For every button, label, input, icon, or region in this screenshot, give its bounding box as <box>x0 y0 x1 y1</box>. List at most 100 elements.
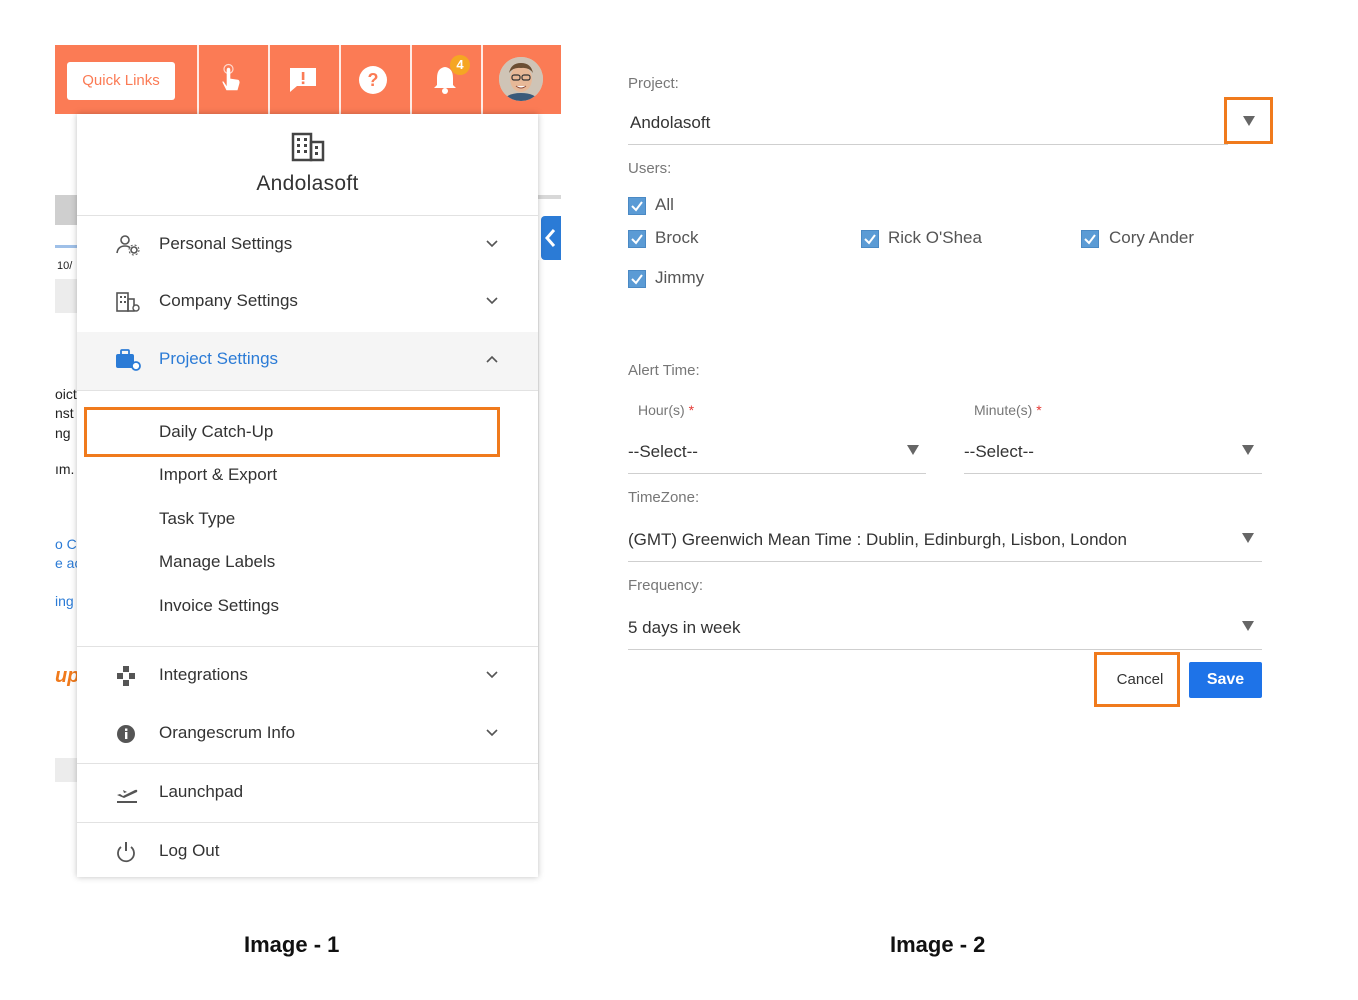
sub-item-import-export[interactable]: Import & Export <box>159 465 277 485</box>
sub-item-invoice-settings[interactable]: Invoice Settings <box>159 596 279 616</box>
quick-links-button[interactable]: Quick Links <box>67 62 175 100</box>
settings-dropdown: Andolasoft Personal Settings Company Set… <box>77 114 538 877</box>
bg-fragment <box>55 245 77 248</box>
notification-badge: 4 <box>450 55 470 75</box>
bg-text: o C <box>55 536 77 552</box>
bg-text: ng <box>55 425 71 441</box>
chevron-down-icon <box>485 294 499 308</box>
menu-item-label: Launchpad <box>159 782 244 801</box>
divider <box>77 822 538 823</box>
caption-image-1: Image - 1 <box>244 932 340 957</box>
collapse-sidebar-button[interactable] <box>541 216 561 260</box>
chevron-up-icon <box>485 352 499 366</box>
project-underline <box>628 144 1228 145</box>
checkbox-jimmy[interactable] <box>628 270 646 288</box>
timezone-select-value[interactable]: (GMT) Greenwich Mean Time : Dublin, Edin… <box>628 530 1127 550</box>
menu-item-label: Integrations <box>159 665 248 684</box>
sub-item-manage-labels[interactable]: Manage Labels <box>159 552 275 572</box>
timezone-label: TimeZone: <box>628 489 700 506</box>
checkbox-all[interactable] <box>628 197 646 215</box>
divider <box>339 45 341 114</box>
checkbox-rick-oshea[interactable] <box>861 230 879 248</box>
menu-item-log-out[interactable]: Log Out <box>77 824 538 880</box>
feedback-icon[interactable] <box>286 63 320 97</box>
menu-item-label: Orangescrum Info <box>159 723 296 742</box>
menu-item-launchpad[interactable]: Launchpad <box>77 765 538 821</box>
chevron-down-icon <box>485 237 499 251</box>
divider <box>268 45 270 114</box>
menu-item-label: Personal Settings <box>159 234 293 253</box>
hours-select-value[interactable]: --Select-- <box>628 442 698 462</box>
help-icon[interactable]: ? <box>356 63 390 97</box>
menu-item-orangescrum-info[interactable]: Orangescrum Info <box>77 706 538 762</box>
menu-item-project-settings[interactable]: Project Settings <box>77 332 538 390</box>
minutes-label: Minute(s) * <box>974 402 1042 418</box>
building-icon <box>291 132 325 162</box>
save-button[interactable]: Save <box>1189 662 1262 698</box>
hand-pointer-icon[interactable] <box>213 63 247 97</box>
divider <box>77 215 538 216</box>
divider <box>197 45 199 114</box>
bg-fragment <box>55 758 77 782</box>
bg-fragment <box>55 195 77 225</box>
minutes-label-text: Minute(s) <box>974 402 1033 418</box>
bg-text: oict <box>55 386 77 402</box>
sub-item-task-type[interactable]: Task Type <box>159 509 235 529</box>
highlight-box <box>1224 97 1273 144</box>
image-1-panel: 10/ oict nst ng ım. o C e ac ing up Quic… <box>55 45 562 877</box>
menu-item-label: Log Out <box>159 841 220 860</box>
menu-item-label: Company Settings <box>159 291 298 310</box>
dropdown-arrow-icon[interactable] <box>1242 621 1254 631</box>
plane-takeoff-icon <box>115 782 141 804</box>
bg-text: nst <box>55 405 74 421</box>
divider <box>410 45 412 114</box>
hours-label: Hour(s) * <box>638 402 694 418</box>
bg-fragment <box>538 260 562 780</box>
dropdown-arrow-icon[interactable] <box>1242 445 1254 455</box>
puzzle-icon <box>115 665 141 687</box>
briefcase-gear-icon <box>115 349 141 371</box>
checkbox-label: Jimmy <box>655 268 705 287</box>
building-gear-icon <box>115 291 141 313</box>
checkbox-label: Rick O'Shea <box>888 228 982 247</box>
chevron-down-icon <box>485 668 499 682</box>
users-label: Users: <box>628 160 672 177</box>
divider <box>481 45 483 114</box>
bg-text: ing <box>55 593 74 609</box>
hours-label-text: Hour(s) <box>638 402 685 418</box>
menu-item-personal-settings[interactable]: Personal Settings <box>77 217 538 273</box>
frequency-select-value[interactable]: 5 days in week <box>628 618 740 638</box>
chevron-down-icon <box>485 726 499 740</box>
top-bar: Quick Links ? 4 <box>55 45 561 114</box>
bg-fragment <box>538 195 561 199</box>
hours-underline <box>628 473 926 474</box>
checkbox-label: Cory Ander <box>1109 228 1195 247</box>
required-mark: * <box>1036 402 1042 418</box>
checkbox-cory-ander[interactable] <box>1081 230 1099 248</box>
required-mark: * <box>688 402 695 418</box>
project-select-value[interactable]: Andolasoft <box>630 113 710 133</box>
power-icon <box>115 841 141 863</box>
dropdown-arrow-icon[interactable] <box>907 445 919 455</box>
user-avatar[interactable] <box>499 57 543 101</box>
frequency-underline <box>628 649 1262 650</box>
minutes-underline <box>964 473 1262 474</box>
divider <box>77 390 538 391</box>
bg-fragment <box>55 279 77 313</box>
bg-text: 10/ <box>57 260 73 272</box>
checkbox-brock[interactable] <box>628 230 646 248</box>
project-label: Project: <box>628 75 679 92</box>
company-name: Andolasoft <box>256 172 359 195</box>
menu-item-company-settings[interactable]: Company Settings <box>77 274 538 330</box>
menu-item-integrations[interactable]: Integrations <box>77 648 538 704</box>
alert-time-label: Alert Time: <box>628 362 700 379</box>
bg-text: up <box>55 665 80 687</box>
checkbox-label: All <box>655 195 674 214</box>
highlight-box <box>84 407 500 457</box>
minutes-select-value[interactable]: --Select-- <box>964 442 1034 462</box>
dropdown-arrow-icon[interactable] <box>1242 533 1254 543</box>
info-icon <box>115 723 141 745</box>
checkbox-label: Brock <box>655 228 699 247</box>
caption-image-2: Image - 2 <box>890 932 986 957</box>
svg-text:?: ? <box>368 70 379 90</box>
